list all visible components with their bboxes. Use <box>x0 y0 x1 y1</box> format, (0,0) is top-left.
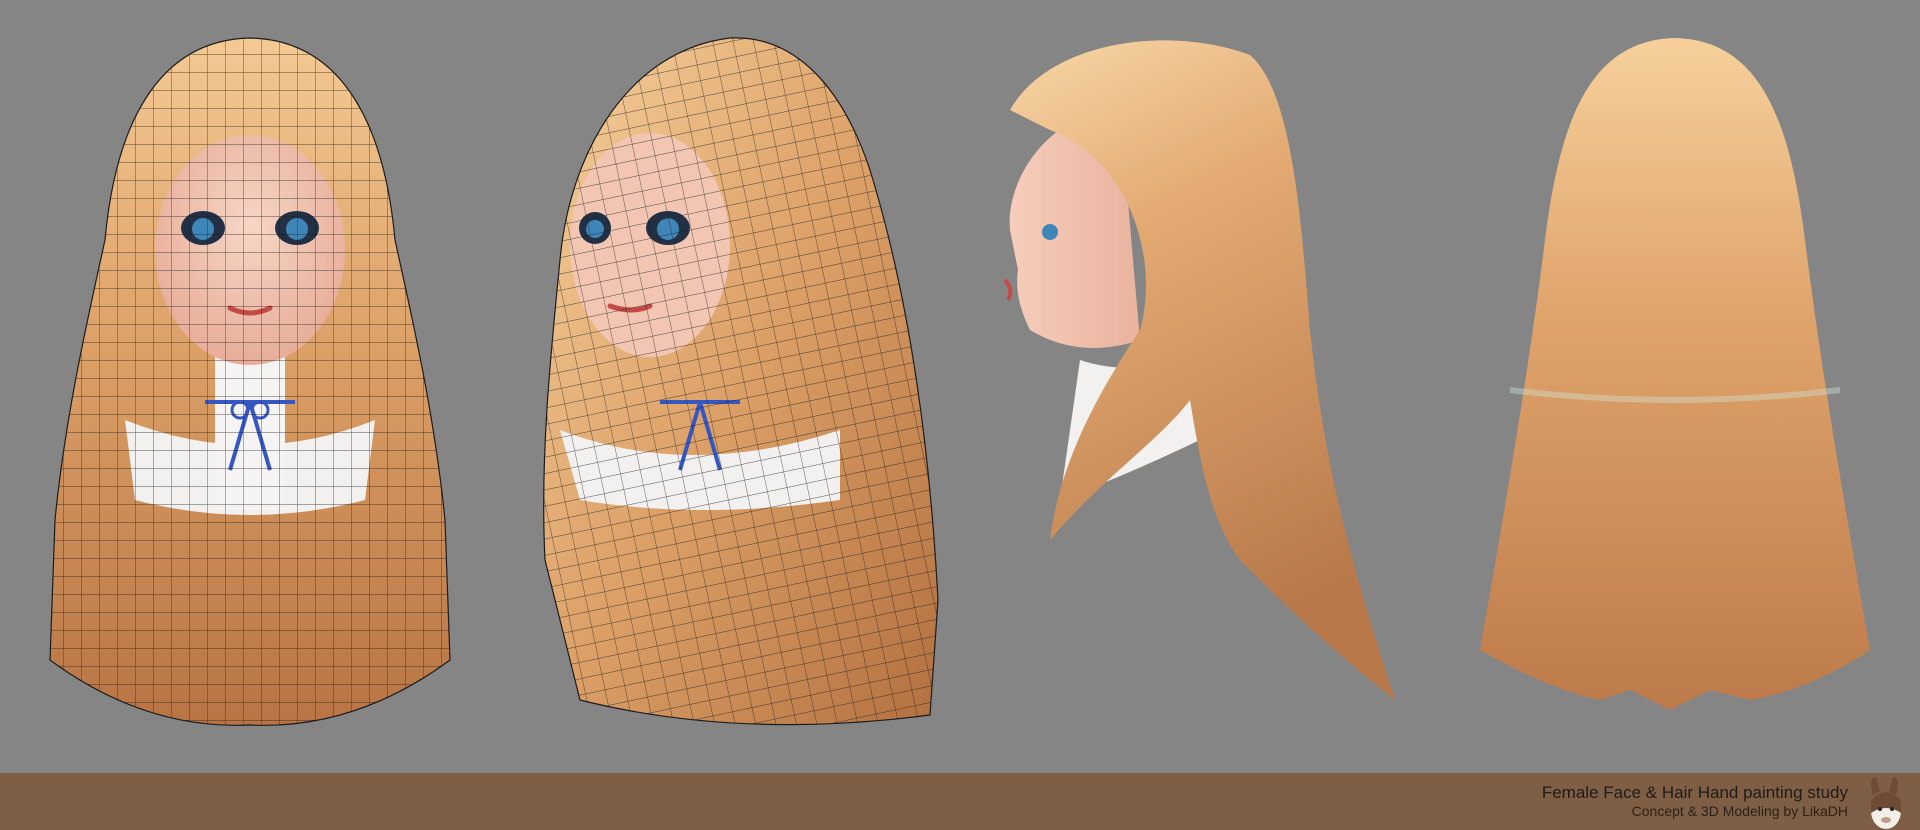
footer-bar: Female Face & Hair Hand painting study C… <box>0 773 1920 830</box>
front-wireframe-view <box>45 0 455 773</box>
render-viewport <box>0 0 1920 773</box>
artwork-title: Female Face & Hair Hand painting study <box>1541 783 1848 802</box>
artist-credit: Concept & 3D Modeling by LikaDH <box>1631 802 1848 819</box>
three-quarter-wireframe-figure <box>543 37 939 726</box>
back-view-figure <box>1480 38 1870 710</box>
back-view <box>1470 0 1880 773</box>
three-quarter-wireframe-view <box>540 0 940 773</box>
side-profile-view <box>990 0 1400 773</box>
side-profile-figure <box>1003 40 1395 700</box>
llama-head-icon <box>1871 777 1901 829</box>
front-wireframe-figure <box>49 37 451 726</box>
caption-block: Female Face & Hair Hand painting study C… <box>1542 783 1848 819</box>
